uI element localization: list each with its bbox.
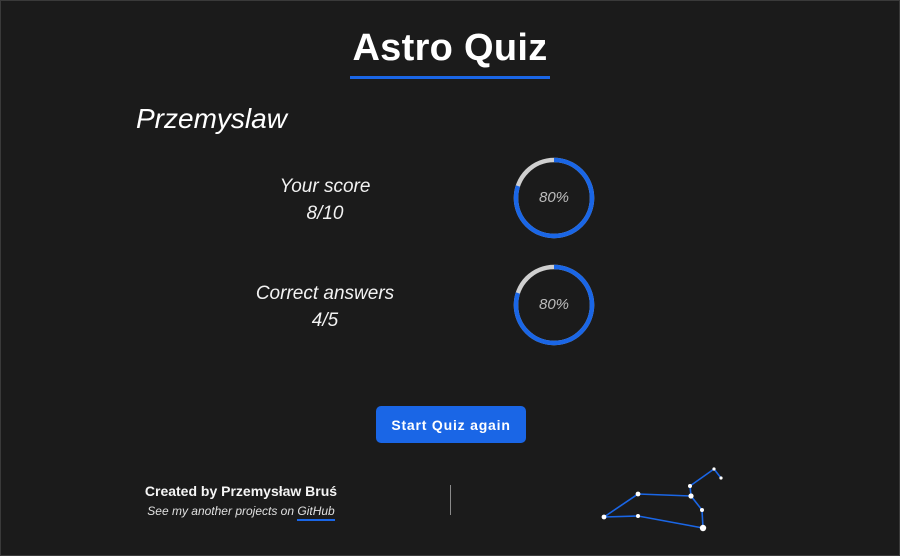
credit-name: Created by Przemysław Bruś [144, 483, 338, 499]
start-quiz-again-button[interactable]: Start Quiz again [376, 406, 526, 443]
score-value: 8/10 [306, 203, 344, 224]
page-title-wrap: Astro Quiz [1, 27, 899, 79]
score-stat: Your score 8/10 [175, 173, 475, 227]
username: Przemyslaw [136, 103, 287, 134]
footer-divider [450, 485, 451, 515]
score-progress-ring: 80% [512, 156, 596, 240]
constellation-icon [601, 467, 723, 532]
credit-line: See my another projects on GitHub [101, 504, 381, 521]
correct-progress-ring: 80% [512, 263, 596, 347]
footer-credit: Created by Przemysław Bruś See my anothe… [101, 483, 381, 521]
github-link[interactable]: GitHub [297, 504, 335, 521]
score-label: Your score [279, 176, 371, 197]
correct-label: Correct answers [255, 283, 395, 304]
correct-stat: Correct answers 4/5 [175, 280, 475, 334]
more-projects-text: See my another projects on [147, 504, 295, 518]
correct-percent: 80% [538, 296, 570, 313]
score-percent: 80% [538, 189, 570, 206]
correct-value: 4/5 [311, 310, 339, 331]
page-title: Astro Quiz [350, 27, 550, 79]
